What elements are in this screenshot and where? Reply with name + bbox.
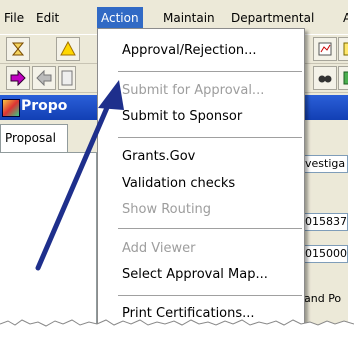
menu-item-show-routing: Show Routing [122,202,212,217]
menu-item-submit-for-approval: Submit for Approval... [122,83,265,98]
investigator-cell[interactable]: vestiga [302,155,348,173]
menu-edit[interactable]: Edit [33,8,62,28]
window-title: Propo [21,98,68,114]
right-pane-text: and Po [304,292,342,305]
green-icon[interactable] [338,66,348,90]
search-icon[interactable] [313,66,337,90]
menu-item-select-approval-map[interactable]: Select Approval Map... [122,266,268,284]
menu-item-add-viewer: Add Viewer [122,241,196,256]
menu-departmental[interactable]: Departmental [228,8,317,28]
menu-item-submit-to-sponsor[interactable]: Submit to Sponsor [122,108,242,126]
left-panel [0,152,97,326]
menu-separator [118,295,302,296]
note-icon[interactable] [338,37,348,61]
warning-icon[interactable] [56,37,80,61]
menu-item-validation-checks[interactable]: Validation checks [122,175,235,193]
menu-separator [118,71,302,72]
app-window: File Edit Action Maintain Departmental A [0,0,348,326]
action-menu: Approval/Rejection... Submit for Approva… [97,28,305,326]
forward-arrow-icon[interactable] [6,66,30,90]
menu-separator [118,228,302,229]
hourglass-icon[interactable] [6,37,30,61]
torn-edge-decoration [0,319,354,337]
tab-proposal[interactable]: Proposal [0,124,68,152]
menu-action[interactable]: Action [97,7,143,29]
doc-icon[interactable] [58,66,76,90]
menu-separator [118,137,302,138]
menu-truncated[interactable]: A [340,8,348,28]
proposal-window-icon [2,99,20,117]
report-icon[interactable] [313,37,337,61]
menu-file[interactable]: File [1,8,27,28]
menu-item-approval-rejection[interactable]: Approval/Rejection... [122,42,257,60]
number-cell-1[interactable]: 015837 [302,213,348,231]
number-cell-2[interactable]: 015000: [302,245,348,263]
menu-maintain[interactable]: Maintain [160,8,218,28]
back-arrow-icon[interactable] [32,66,56,90]
menu-item-grants-gov[interactable]: Grants.Gov [122,148,195,166]
